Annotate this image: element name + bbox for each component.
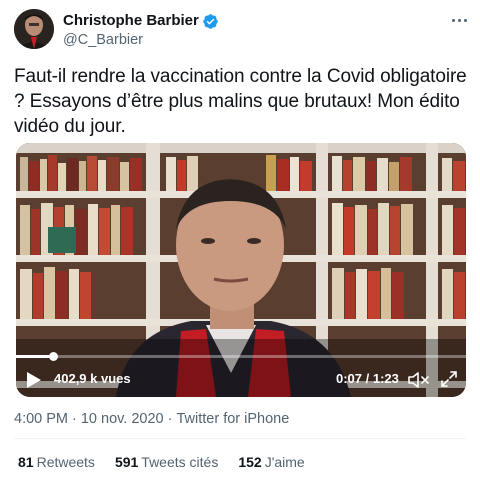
fullscreen-icon[interactable] [440, 370, 458, 388]
mute-icon[interactable] [408, 371, 430, 389]
tweet-text: Faut-il rendre la vaccination contre la … [14, 66, 467, 137]
video-progress-bar[interactable] [16, 352, 466, 361]
play-icon[interactable] [26, 371, 42, 389]
tweet-date[interactable]: 10 nov. 2020 [81, 411, 164, 427]
divider [14, 438, 466, 439]
author-name[interactable]: Christophe Barbier [63, 12, 199, 30]
avatar-image [14, 9, 54, 49]
quotes-label: Tweets cités [141, 454, 219, 470]
likes-label: J'aime [264, 454, 305, 470]
quote-tweets-stat[interactable]: 591 Tweets cités [115, 453, 218, 471]
quotes-count: 591 [114, 454, 139, 470]
tweet-meta: 4:00 PM · 10 nov. 2020 · Twitter for iPhone [14, 410, 289, 428]
author-handle[interactable]: @C_Barbier [63, 31, 143, 49]
video-controls: 402,9 k vues 0:07 / 1:23 [16, 363, 466, 393]
tweet-stats: 81 Retweets 591 Tweets cités 152 J'aime [18, 453, 325, 471]
tweet: Christophe Barbier @C_Barbier Faut-il re… [0, 0, 480, 479]
verified-badge-icon [203, 13, 218, 29]
video-frame [16, 143, 466, 397]
likes-stat[interactable]: 152 J'aime [238, 453, 304, 471]
retweets-count: 81 [18, 454, 34, 470]
avatar[interactable] [14, 9, 54, 49]
meta-separator: · [72, 411, 77, 427]
tweet-time[interactable]: 4:00 PM [14, 411, 68, 427]
retweets-label: Retweets [36, 454, 95, 470]
video-views: 402,9 k vues [54, 371, 131, 386]
more-options-icon[interactable] [446, 10, 472, 30]
author-name-row[interactable]: Christophe Barbier [63, 12, 219, 30]
video-time: 0:07 / 1:23 [336, 371, 399, 386]
video-progress-fill [16, 355, 54, 358]
retweets-stat[interactable]: 81 Retweets [18, 453, 95, 471]
meta-separator: · [167, 411, 173, 427]
video-player[interactable]: 402,9 k vues 0:07 / 1:23 [16, 143, 466, 397]
likes-count: 152 [238, 454, 262, 470]
tweet-source[interactable]: Twitter for iPhone [176, 411, 289, 427]
